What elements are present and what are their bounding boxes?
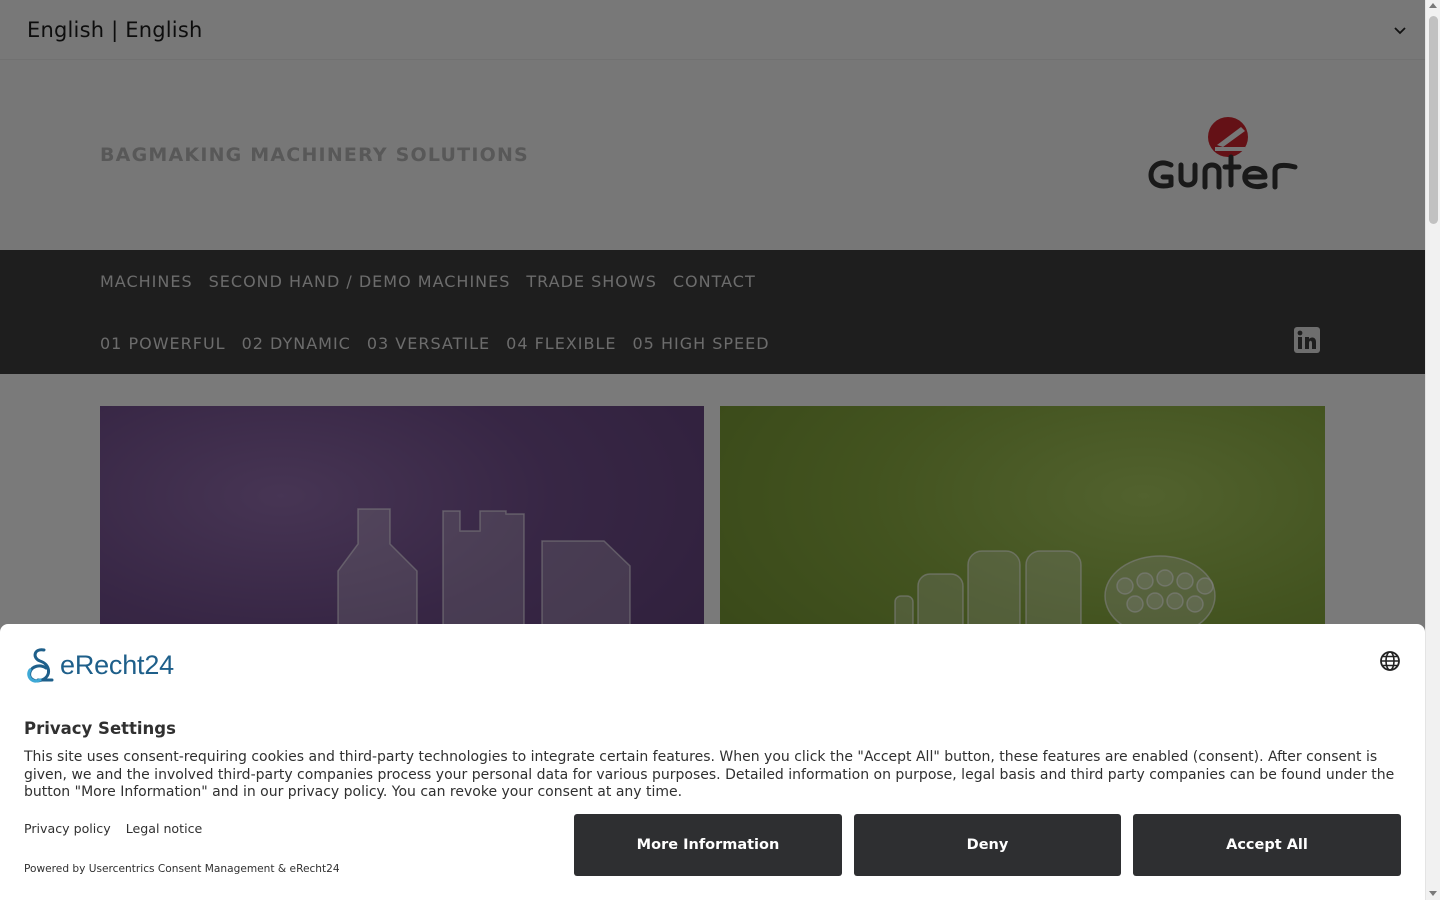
legal-notice-link[interactable]: Legal notice [126, 821, 203, 836]
deny-button[interactable]: Deny [854, 814, 1121, 876]
page-scrollbar[interactable] [1425, 0, 1440, 900]
consent-description: This site uses consent-requiring cookies… [24, 749, 1395, 801]
consent-buttons: More Information Deny Accept All [574, 814, 1401, 876]
scrollbar-thumb[interactable] [1429, 16, 1438, 224]
consent-links: Privacy policy Legal notice [24, 821, 202, 836]
scroll-up-arrow-icon[interactable] [1429, 3, 1437, 8]
website-page: English | English BAGMAKING MACHINERY SO… [0, 0, 1425, 900]
erecht24-brand-text: eRecht24 [60, 649, 174, 680]
erecht24-logo: eRecht24 [24, 646, 174, 684]
privacy-policy-link[interactable]: Privacy policy [24, 821, 111, 836]
more-information-button[interactable]: More Information [574, 814, 842, 876]
powered-by-text: Powered by Usercentrics Consent Manageme… [24, 863, 340, 875]
erecht24-logo-icon [27, 648, 54, 683]
consent-dialog: eRecht24 Privacy Settings This site uses… [0, 624, 1425, 900]
accept-all-button[interactable]: Accept All [1133, 814, 1401, 876]
consent-title: Privacy Settings [24, 719, 176, 738]
scroll-down-arrow-icon[interactable] [1429, 891, 1437, 896]
globe-icon[interactable] [1379, 650, 1401, 672]
